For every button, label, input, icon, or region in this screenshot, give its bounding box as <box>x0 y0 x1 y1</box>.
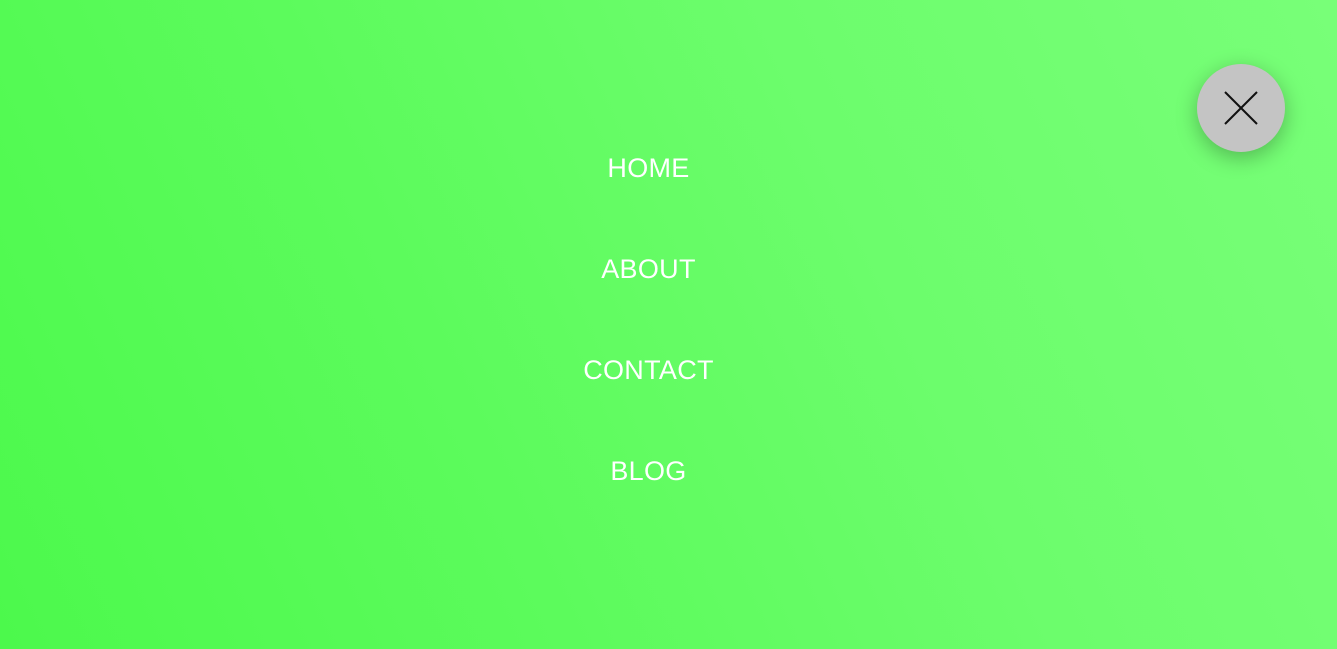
nav-item-contact[interactable]: CONTACT <box>0 355 1297 385</box>
nav-item-blog[interactable]: BLOG <box>0 456 1297 486</box>
nav-item-label: CONTACT <box>583 355 714 385</box>
main-navigation: HOME ABOUT CONTACT BLOG <box>0 0 1337 649</box>
menu-overlay: HOME ABOUT CONTACT BLOG <box>0 0 1337 649</box>
nav-item-label: BLOG <box>610 456 687 486</box>
nav-item-about[interactable]: ABOUT <box>0 254 1297 284</box>
nav-item-label: ABOUT <box>601 254 696 284</box>
nav-item-home[interactable]: HOME <box>0 153 1297 183</box>
nav-item-label: HOME <box>607 153 690 183</box>
